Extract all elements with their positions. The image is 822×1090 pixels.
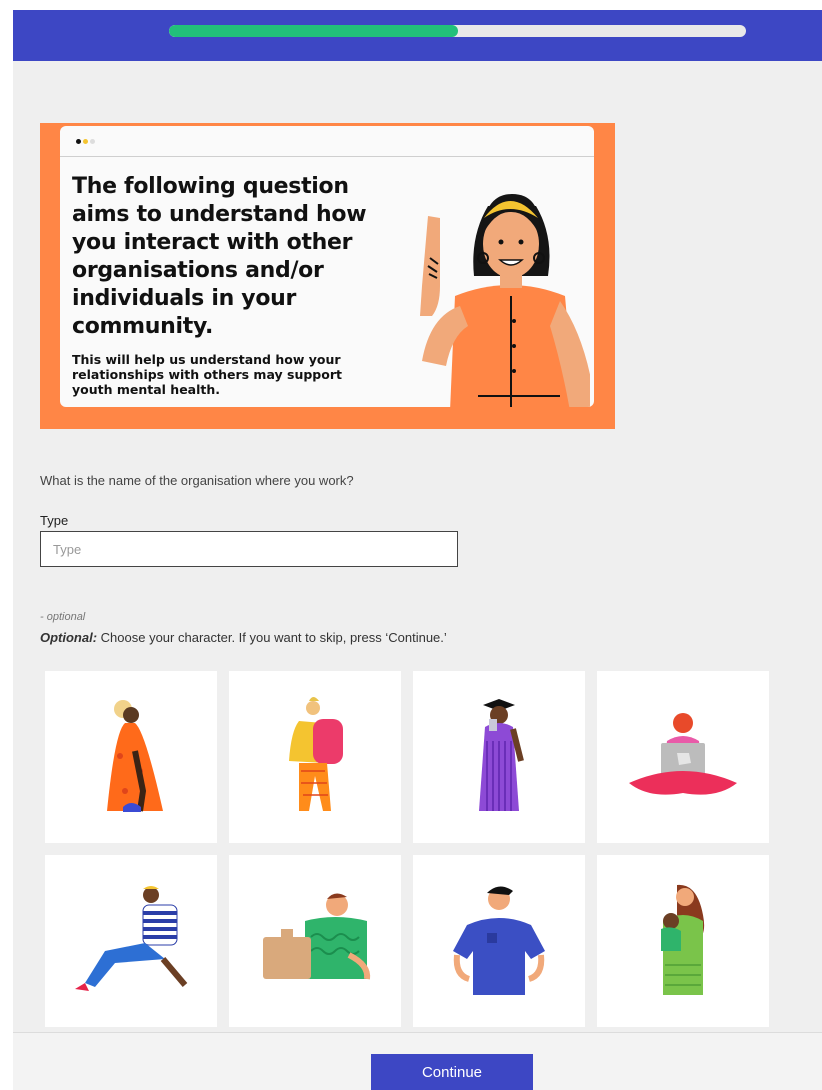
continue-button[interactable]: Continue bbox=[371, 1054, 533, 1090]
character-tile-1[interactable] bbox=[45, 671, 217, 843]
character-tile-5[interactable] bbox=[45, 855, 217, 1027]
character-prompt-text: Choose your character. If you want to sk… bbox=[97, 630, 447, 645]
progress-bar bbox=[169, 25, 746, 37]
survey-page: The following question aims to understan… bbox=[13, 10, 822, 1090]
character-tile-7[interactable] bbox=[413, 855, 585, 1027]
window-dot-icon bbox=[90, 139, 95, 144]
character-laptop-icon bbox=[629, 713, 737, 795]
character-tile-8[interactable] bbox=[597, 855, 769, 1027]
character-prompt-bold: Optional: bbox=[40, 630, 98, 645]
banner-subtitle: This will help us understand how your re… bbox=[72, 352, 342, 397]
organisation-name-input[interactable] bbox=[40, 531, 458, 567]
woman-pointing-illustration-icon bbox=[420, 194, 590, 407]
character-backpack-icon bbox=[289, 697, 343, 811]
intro-banner-image: The following question aims to understan… bbox=[40, 123, 615, 429]
character-tile-2[interactable] bbox=[229, 671, 401, 843]
progress-fill bbox=[169, 25, 458, 37]
footer-bar: Continue bbox=[13, 1032, 822, 1090]
character-sitting-man-icon bbox=[75, 886, 188, 991]
optional-tag: - optional bbox=[40, 611, 86, 623]
character-tile-6[interactable] bbox=[229, 855, 401, 1027]
question-text: What is the name of the organisation whe… bbox=[40, 473, 354, 488]
card-top-bar bbox=[60, 126, 594, 157]
banner-card: The following question aims to understan… bbox=[60, 126, 594, 407]
window-dot-icon bbox=[83, 139, 88, 144]
character-graduate-icon bbox=[479, 699, 524, 811]
character-prompt: Optional: Choose your character. If you … bbox=[40, 630, 447, 645]
character-woman-orange-dress-icon bbox=[107, 700, 163, 812]
character-tile-4[interactable] bbox=[597, 671, 769, 843]
banner-title: The following question aims to understan… bbox=[72, 174, 367, 339]
character-woman-with-baby-icon bbox=[661, 884, 705, 995]
character-man-blue-shirt-icon bbox=[453, 886, 545, 995]
character-man-with-box-icon bbox=[263, 893, 371, 980]
window-dot-icon bbox=[76, 139, 81, 144]
header-bar bbox=[13, 10, 822, 61]
character-tile-3[interactable] bbox=[413, 671, 585, 843]
type-field-label: Type bbox=[40, 513, 69, 528]
